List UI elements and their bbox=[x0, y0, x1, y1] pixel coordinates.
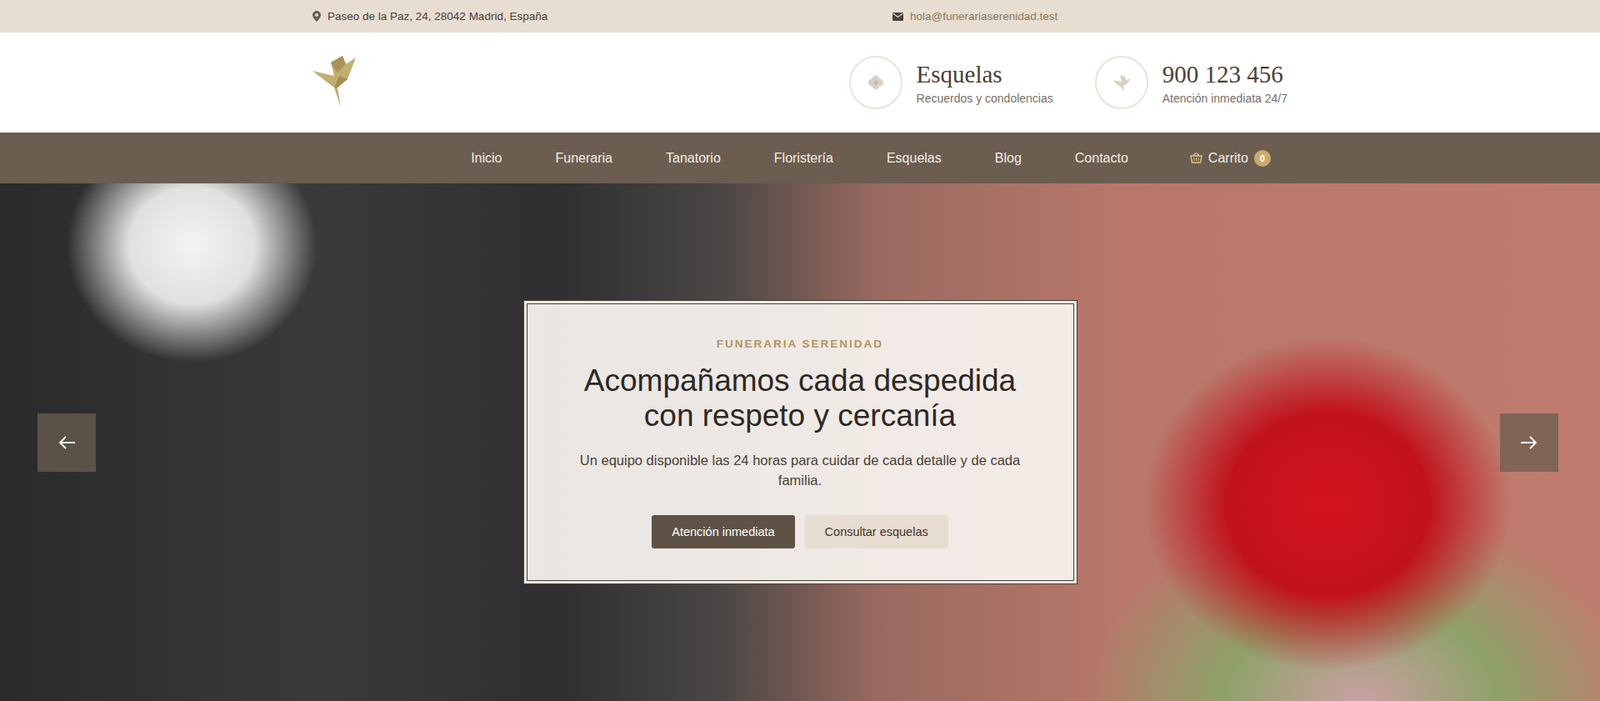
logo[interactable] bbox=[312, 54, 368, 111]
address-text: Paseo de la Paz, 24, 28042 Madrid, Españ… bbox=[327, 10, 548, 23]
bird-logo-icon bbox=[312, 54, 368, 108]
dove-icon bbox=[1111, 73, 1132, 92]
prev-slide-button[interactable] bbox=[37, 413, 96, 472]
nav-item[interactable]: Esquelas bbox=[860, 150, 969, 166]
info-icon-circle bbox=[849, 55, 903, 110]
hero-text: Un equipo disponible las 24 horas para c… bbox=[579, 450, 1021, 491]
hero-slider: FUNERARIA SERENIDAD Acompañamos cada desp… bbox=[0, 183, 1600, 701]
next-slide-button[interactable] bbox=[1500, 413, 1559, 472]
info-title[interactable]: 900 123 456 bbox=[1162, 60, 1288, 90]
main-nav: InicioFunerariaTanatorioFloristeríaEsque… bbox=[0, 132, 1600, 184]
info-subtitle: Atención inmediata 24/7 bbox=[1162, 91, 1288, 105]
header-info[interactable]: EsquelasRecuerdos y condolencias bbox=[849, 55, 1054, 110]
hero-card: FUNERARIA SERENIDAD Acompañamos cada desp… bbox=[526, 303, 1075, 582]
cart[interactable]: Carrito 0 bbox=[1155, 150, 1298, 167]
hero-title: Acompañamos cada despedida con respeto y… bbox=[569, 363, 1032, 435]
hero-button[interactable]: Consultar esquelas bbox=[805, 515, 949, 549]
cart-label[interactable]: Carrito bbox=[1208, 150, 1249, 166]
cart-count-badge: 0 bbox=[1254, 150, 1271, 167]
header: EsquelasRecuerdos y condolencias 900 123 … bbox=[0, 32, 1600, 133]
email-link[interactable]: hola@funerariaserenidad.test bbox=[910, 10, 1058, 23]
nav-item[interactable]: Inicio bbox=[444, 150, 529, 166]
arrow-left-icon bbox=[58, 434, 75, 451]
nav-item[interactable]: Tanatorio bbox=[639, 150, 748, 166]
email[interactable]: hola@funerariaserenidad.test bbox=[892, 3, 1288, 30]
pin-icon bbox=[312, 10, 321, 22]
mail-icon bbox=[892, 12, 904, 21]
top-bar: Paseo de la Paz, 24, 28042 Madrid, Españ… bbox=[0, 0, 1600, 33]
address: Paseo de la Paz, 24, 28042 Madrid, Españ… bbox=[312, 3, 893, 30]
nav-item[interactable]: Blog bbox=[968, 150, 1049, 166]
info-subtitle: Recuerdos y condolencias bbox=[916, 91, 1054, 105]
nav-item[interactable]: Floristería bbox=[747, 150, 860, 166]
info-title[interactable]: Esquelas bbox=[916, 60, 1054, 90]
info-icon-circle bbox=[1095, 55, 1149, 110]
header-info[interactable]: 900 123 456Atención inmediata 24/7 bbox=[1095, 55, 1288, 110]
nav-item[interactable]: Contacto bbox=[1048, 150, 1155, 166]
flower-icon bbox=[866, 73, 885, 92]
hero-kicker: FUNERARIA SERENIDAD bbox=[569, 337, 1032, 350]
arrow-right-icon bbox=[1520, 434, 1538, 451]
hero-button[interactable]: Atención inmediata bbox=[651, 515, 795, 549]
basket-icon bbox=[1190, 152, 1203, 164]
nav-item[interactable]: Funeraria bbox=[529, 150, 640, 166]
